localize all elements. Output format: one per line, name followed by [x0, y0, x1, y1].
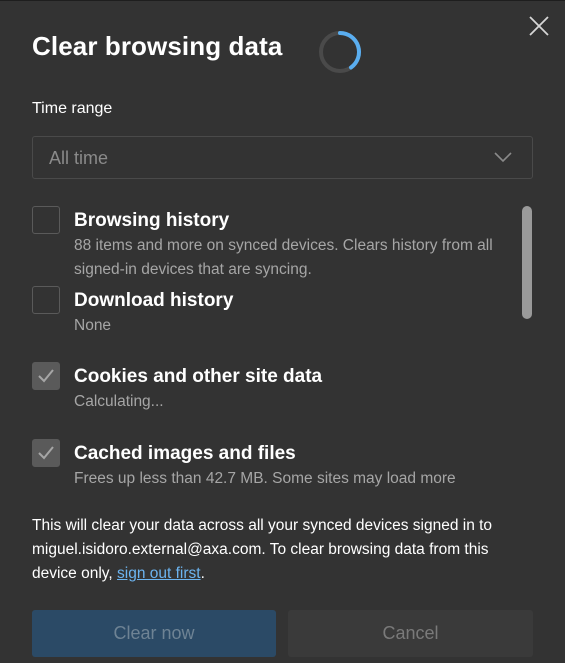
- cached-images-title: Cached images and files: [74, 443, 296, 464]
- browsing-history-checkbox[interactable]: [32, 206, 60, 234]
- cookies-title: Cookies and other site data: [74, 366, 323, 387]
- browsing-history-title: Browsing history: [74, 210, 230, 231]
- clear-now-button[interactable]: Clear now: [32, 610, 276, 657]
- sync-notice-suffix: .: [200, 565, 205, 582]
- time-range-label: Time range: [32, 100, 113, 117]
- cancel-button[interactable]: Cancel: [288, 610, 533, 657]
- dialog-title: Clear browsing data: [32, 31, 283, 61]
- list-scrollbar[interactable]: [522, 206, 532, 319]
- cached-images-checkbox[interactable]: [32, 439, 60, 467]
- download-history-description: None: [74, 317, 112, 334]
- close-icon: [529, 16, 549, 36]
- sign-out-link[interactable]: sign out first: [117, 565, 201, 582]
- browsing-history-description: 88 items and more on synced devices. Cle…: [74, 237, 493, 278]
- time-range-value: All time: [49, 148, 109, 168]
- cookies-checkbox[interactable]: [32, 362, 60, 390]
- cached-images-description: Frees up less than 42.7 MB. Some sites m…: [74, 470, 456, 487]
- close-button[interactable]: [526, 13, 552, 39]
- cookies-description: Calculating...: [74, 393, 164, 410]
- download-history-checkbox[interactable]: [32, 286, 60, 314]
- sync-notice-text: This will clear your data across all you…: [32, 517, 493, 582]
- clear-browsing-data-dialog: Clear browsing data Time range All time …: [0, 0, 565, 663]
- data-type-list[interactable]: Browsing history 88 items and more on sy…: [0, 196, 565, 496]
- download-history-title: Download history: [74, 290, 234, 311]
- checkmark-icon: [38, 446, 54, 460]
- checkmark-icon: [38, 369, 54, 383]
- time-range-select[interactable]: All time: [32, 136, 533, 179]
- loading-spinner-icon: [319, 31, 361, 73]
- sync-notice: This will clear your data across all you…: [32, 514, 537, 586]
- chevron-down-icon: [494, 152, 512, 163]
